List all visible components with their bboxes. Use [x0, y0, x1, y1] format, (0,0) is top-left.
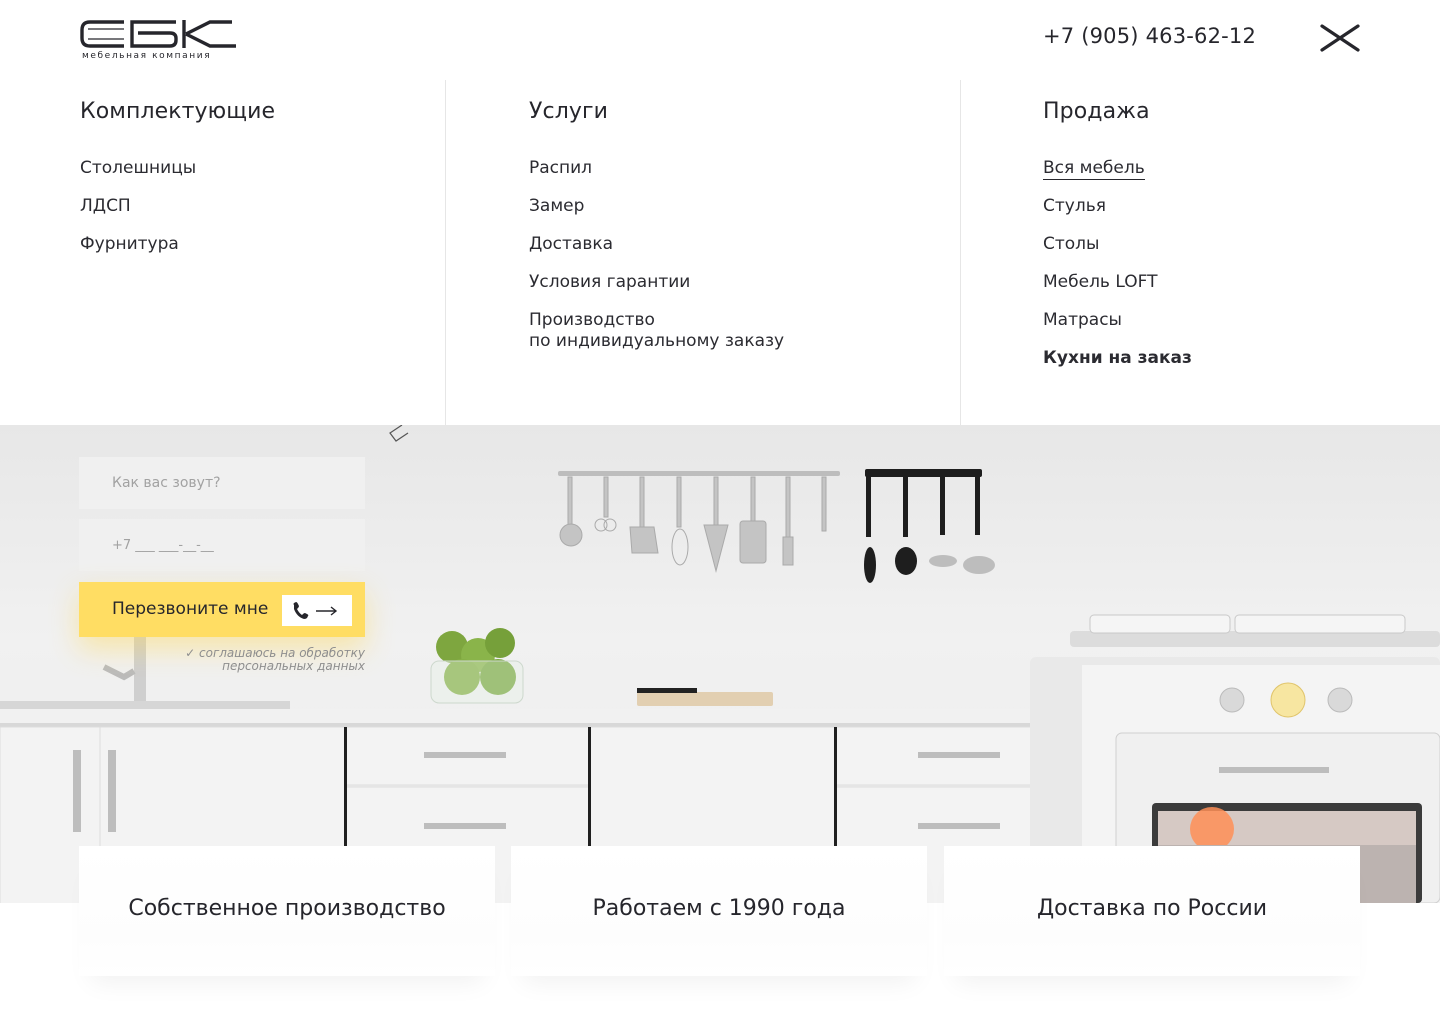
menu-item-all-furniture[interactable]: Вся мебель [1043, 158, 1192, 180]
menu-column-components: Комплектующие Столешницы ЛДСП Фурнитура [0, 80, 446, 425]
feature-card: Доставка по России [944, 846, 1360, 976]
menu-item-custom-kitchens[interactable]: Кухни на заказ [1043, 348, 1192, 369]
menu-list: Вся мебель Стулья Столы Мебель LOFT Матр… [1043, 158, 1192, 386]
site-header: мебельная компания +7 (905) 463-62-12 [0, 0, 1440, 80]
phone-arrow-icon [282, 595, 352, 626]
name-input[interactable] [79, 457, 365, 509]
menu-item-loft[interactable]: Мебель LOFT [1043, 272, 1192, 293]
header-phone-link[interactable]: +7 (905) 463-62-12 [1043, 24, 1256, 48]
consent-label-line2: персональных данных [222, 659, 365, 673]
feature-card-label: Собственное производство [128, 896, 446, 921]
close-menu-button[interactable] [1318, 22, 1362, 54]
menu-column-title: Продажа [1043, 99, 1150, 124]
feature-card-label: Работаем с 1990 года [592, 896, 846, 921]
menu-column-sales: Продажа Вся мебель Стулья Столы Мебель L… [961, 80, 1440, 425]
close-icon [1320, 24, 1360, 52]
check-icon: ✓ [185, 646, 196, 660]
callback-button-label: Перезвоните мне [112, 599, 269, 619]
callback-button[interactable]: Перезвоните мне [79, 582, 365, 637]
consent-checkbox[interactable]: ✓ соглашаюсь на обработку персональных д… [150, 647, 365, 673]
menu-item-tables[interactable]: Столы [1043, 234, 1192, 255]
menu-item-custom-production[interactable]: Производство по индивидуальному заказу [529, 310, 784, 352]
menu-item-mattresses[interactable]: Матрасы [1043, 310, 1192, 331]
feature-card: Работаем с 1990 года [511, 846, 927, 976]
menu-list: Распил Замер Доставка Условия гарантии П… [529, 158, 784, 369]
menu-item-hardware[interactable]: Фурнитура [80, 234, 196, 255]
menu-item-measuring[interactable]: Замер [529, 196, 784, 217]
menu-item-warranty[interactable]: Условия гарантии [529, 272, 784, 293]
logo-subtitle: мебельная компания [82, 51, 212, 61]
mega-menu: Комплектующие Столешницы ЛДСП Фурнитура … [0, 80, 1440, 425]
consent-label-line1: соглашаюсь на обработку [199, 646, 365, 660]
menu-item-delivery[interactable]: Доставка [529, 234, 784, 255]
menu-item-cutting[interactable]: Распил [529, 158, 784, 179]
logo-mark-icon [80, 20, 236, 48]
feature-card-label: Доставка по России [1036, 896, 1268, 921]
menu-item-countertops[interactable]: Столешницы [80, 158, 196, 179]
menu-column-title: Комплектующие [80, 99, 276, 124]
menu-column-title: Услуги [529, 99, 609, 124]
menu-item-chairs[interactable]: Стулья [1043, 196, 1192, 217]
menu-item-ldsp[interactable]: ЛДСП [80, 196, 196, 217]
menu-list: Столешницы ЛДСП Фурнитура [80, 158, 196, 272]
feature-card: Собственное производство [79, 846, 495, 976]
phone-input[interactable] [79, 519, 365, 571]
menu-column-services: Услуги Распил Замер Доставка Условия гар… [446, 80, 961, 425]
